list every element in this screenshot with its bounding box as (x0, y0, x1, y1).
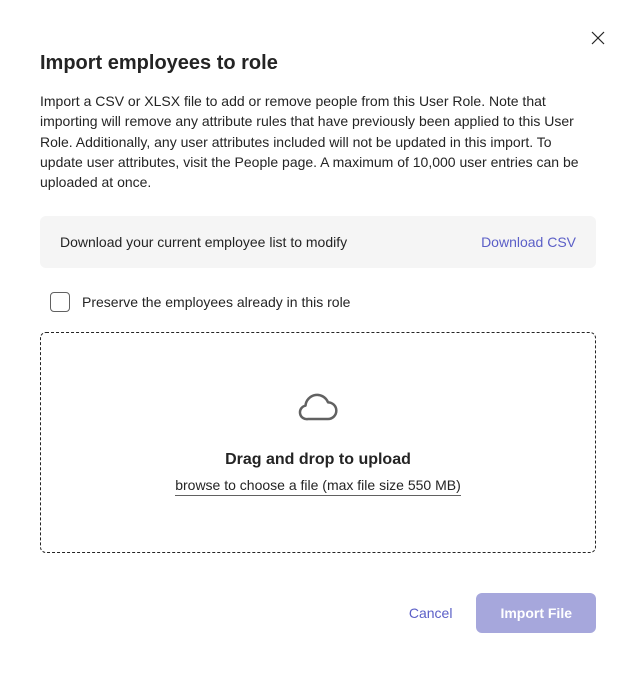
preserve-checkbox[interactable] (50, 292, 70, 312)
browse-text: browse to choose a file (max file size 5… (175, 477, 461, 493)
dropzone-title: Drag and drop to upload (61, 451, 575, 469)
download-bar: Download your current employee list to m… (40, 216, 596, 268)
download-bar-text: Download your current employee list to m… (60, 234, 347, 250)
close-button[interactable] (588, 28, 608, 48)
import-dialog: Import employees to role Import a CSV or… (0, 0, 636, 673)
dialog-description: Import a CSV or XLSX file to add or remo… (40, 91, 596, 192)
download-csv-link[interactable]: Download CSV (481, 234, 576, 250)
file-dropzone[interactable]: Drag and drop to upload browse to choose… (40, 332, 596, 553)
close-icon (590, 30, 606, 46)
dialog-footer: Cancel Import File (40, 593, 596, 633)
dialog-title: Import employees to role (40, 52, 596, 75)
browse-file-link[interactable]: browse to choose a file (max file size 5… (175, 477, 461, 496)
import-file-button[interactable]: Import File (476, 593, 596, 633)
cloud-upload-icon (298, 389, 338, 429)
preserve-checkbox-row: Preserve the employees already in this r… (50, 292, 596, 312)
cancel-button[interactable]: Cancel (409, 605, 453, 621)
preserve-checkbox-label: Preserve the employees already in this r… (82, 294, 350, 310)
